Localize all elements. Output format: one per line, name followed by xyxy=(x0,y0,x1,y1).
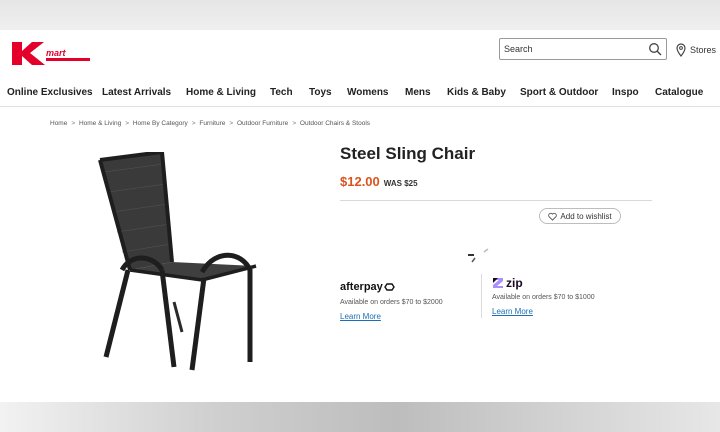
nav-item-tech[interactable]: Tech xyxy=(270,87,293,98)
afterpay-block: afterpay Available on orders $70 to $200… xyxy=(340,280,480,324)
breadcrumb-separator: > xyxy=(71,120,76,127)
current-price: $12.00 xyxy=(340,174,380,189)
search-input[interactable] xyxy=(504,40,634,58)
stores-link[interactable]: Stores xyxy=(676,42,716,58)
zip-learn-more-link[interactable]: Learn More xyxy=(492,307,533,316)
breadcrumb: Home > Home & Living > Home By Category > F… xyxy=(50,120,372,127)
zip-description: Available on orders $70 to $1000 xyxy=(492,294,595,301)
product-title: Steel Sling Chair xyxy=(340,144,476,163)
payment-divider xyxy=(481,274,482,318)
breadcrumb-separator: > xyxy=(229,120,234,127)
kmart-logo[interactable]: mart xyxy=(10,38,92,68)
stores-label: Stores xyxy=(690,45,717,55)
afterpay-learn-more-link[interactable]: Learn More xyxy=(340,312,381,321)
breadcrumb-item[interactable]: Home & Living xyxy=(79,120,121,127)
was-price: WAS $25 xyxy=(383,179,418,188)
add-to-wishlist-button[interactable]: Add to wishlist xyxy=(539,208,621,224)
nav-item-kids-baby[interactable]: Kids & Baby xyxy=(447,87,506,98)
nav-item-toys[interactable]: Toys xyxy=(309,87,332,98)
nav-item-mens[interactable]: Mens xyxy=(405,87,431,98)
afterpay-name: afterpay xyxy=(340,281,383,293)
price-row: $12.00 WAS $25 xyxy=(340,174,418,189)
zip-name: zip xyxy=(506,276,523,290)
nav-item-womens[interactable]: Womens xyxy=(347,87,389,98)
price-divider xyxy=(340,200,652,201)
nav-item-online-exclusives[interactable]: Online Exclusives xyxy=(7,87,93,98)
heart-icon xyxy=(548,212,558,221)
bottom-background-strip xyxy=(0,402,720,432)
afterpay-description: Available on orders $70 to $2000 xyxy=(340,299,443,306)
breadcrumb-separator: > xyxy=(292,120,297,127)
nav-item-inspo[interactable]: Inspo xyxy=(612,87,639,98)
afterpay-logo: afterpay xyxy=(340,280,480,294)
svg-text:mart: mart xyxy=(46,48,67,58)
nav-divider xyxy=(0,106,720,107)
main-nav: Online Exclusives Latest Arrivals Home &… xyxy=(0,84,720,102)
search-bar xyxy=(499,38,667,60)
nav-item-catalogue[interactable]: Catalogue xyxy=(655,87,703,98)
zip-logo: zip xyxy=(492,276,642,290)
nav-item-latest-arrivals[interactable]: Latest Arrivals xyxy=(102,87,171,98)
afterpay-arrows-icon xyxy=(383,283,395,291)
breadcrumb-item[interactable]: Home By Category xyxy=(133,120,188,127)
nav-item-home-living[interactable]: Home & Living xyxy=(186,87,256,98)
loading-spinner-icon xyxy=(468,248,489,263)
breadcrumb-separator: > xyxy=(125,120,130,127)
search-icon[interactable] xyxy=(648,42,662,56)
product-page: mart Stores Online Exclusives Latest Arr… xyxy=(0,30,720,402)
breadcrumb-item[interactable]: Furniture xyxy=(199,120,225,127)
product-image[interactable] xyxy=(92,152,264,372)
breadcrumb-item[interactable]: Outdoor Furniture xyxy=(237,120,288,127)
nav-item-sport-outdoor[interactable]: Sport & Outdoor xyxy=(520,87,598,98)
breadcrumb-item[interactable]: Home xyxy=(50,120,67,127)
zip-block: zip Available on orders $70 to $1000 Lea… xyxy=(492,276,642,319)
breadcrumb-item-current[interactable]: Outdoor Chairs & Stools xyxy=(300,120,370,127)
zip-mark-icon xyxy=(493,278,503,288)
top-background-strip xyxy=(0,0,720,30)
location-pin-icon xyxy=(676,43,686,57)
breadcrumb-separator: > xyxy=(191,120,196,127)
wishlist-label: Add to wishlist xyxy=(560,211,612,221)
